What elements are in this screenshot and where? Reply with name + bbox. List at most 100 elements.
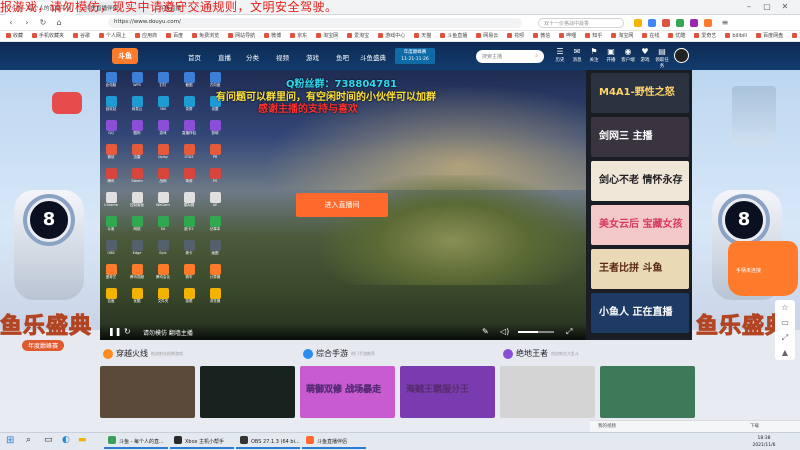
bookmark-item[interactable]: 收藏 xyxy=(6,31,23,41)
bookmark-item[interactable]: 斗鱼直播 xyxy=(440,31,467,41)
menu-icon[interactable]: ≡ xyxy=(720,18,730,28)
category-header[interactable]: 穿越火线 枪战射击经典游戏 xyxy=(103,348,183,362)
extension-icon[interactable] xyxy=(704,19,712,27)
forward-icon[interactable]: › xyxy=(22,18,32,28)
nav-game[interactable]: 游戏 xyxy=(306,52,319,62)
header-icon-3[interactable]: ▣ 开播 xyxy=(603,47,619,63)
desktop-icon[interactable]: 腾讯视频 xyxy=(130,264,144,284)
search-icon[interactable]: ⌕ xyxy=(26,435,31,449)
recommend-thumb[interactable]: 剑网三 主播 xyxy=(591,117,689,157)
extension-icon[interactable] xyxy=(690,19,698,27)
desktop-icon[interactable]: 欧卡2 xyxy=(182,216,196,236)
site-logo[interactable]: 斗鱼 xyxy=(112,48,138,64)
desktop-icon[interactable]: 计算器 xyxy=(208,264,222,284)
stream-card[interactable] xyxy=(500,366,595,418)
desktop-icon[interactable]: 画图 xyxy=(208,240,222,260)
desktop-icon[interactable]: 腾讯 xyxy=(104,168,118,188)
desktop-icon[interactable]: Epic xyxy=(156,240,170,260)
recommend-thumb[interactable]: 王者比拼 斗鱼 xyxy=(591,249,689,289)
bookmark-item[interactable]: 知乎 xyxy=(585,31,602,41)
desktop-icon[interactable]: 模拟器 xyxy=(182,192,196,212)
folder-icon[interactable]: ▬ xyxy=(78,435,87,449)
desktop-icon[interactable]: 控制面板 xyxy=(130,192,144,212)
url-input[interactable]: https://www.douyu.com/ xyxy=(108,18,522,28)
extension-icon[interactable] xyxy=(634,19,642,27)
desktop-icon[interactable]: Edge xyxy=(130,240,144,260)
desktop-icon[interactable]: 爱奇艺 xyxy=(104,264,118,284)
volume-slider[interactable] xyxy=(518,331,554,333)
desktop-icon[interactable]: 剪映 xyxy=(208,120,222,140)
nav-festival[interactable]: 斗鱼盛典 xyxy=(360,52,386,62)
desktop-icon[interactable]: 钉钉 xyxy=(156,72,170,92)
side-tool-icon[interactable]: ⤢ xyxy=(775,330,795,345)
side-tool-icon[interactable]: ☆ xyxy=(775,300,795,315)
bookmark-item[interactable]: 天猫 xyxy=(414,31,431,41)
bookmark-item[interactable]: 微信 xyxy=(533,31,550,41)
edge-icon[interactable]: ◐ xyxy=(62,435,70,449)
desktop-icon[interactable]: 美卡 xyxy=(182,240,196,260)
desktop-icon[interactable]: AE xyxy=(208,192,222,212)
bookmark-item[interactable]: 花呗 xyxy=(507,31,524,41)
bookmark-item[interactable]: 百度 xyxy=(166,31,183,41)
desktop-icon[interactable]: 酷狗 xyxy=(130,120,144,140)
desktop-icon[interactable]: 此电脑 xyxy=(104,72,118,92)
recommend-thumb[interactable]: 美女云后 宝藏女孩 xyxy=(591,205,689,245)
taskbar-app[interactable]: Xbox 主机小帮手 xyxy=(170,435,234,449)
nav-home[interactable]: 首页 xyxy=(188,52,201,62)
desktop-icon[interactable]: EA xyxy=(156,216,170,236)
bookmark-item[interactable]: 在线 xyxy=(642,31,659,41)
desktop-icon[interactable]: 360 xyxy=(156,96,170,116)
desktop-icon[interactable]: QQ xyxy=(104,120,118,140)
bookmark-item[interactable]: 优酷 xyxy=(668,31,685,41)
bookmark-item[interactable]: 京东 xyxy=(290,31,307,41)
bookmark-item[interactable]: 手机收藏夹 xyxy=(32,31,64,41)
gamepad-panel[interactable]: 手柄未连接 xyxy=(728,241,798,296)
desktop-icon[interactable]: 网易云 xyxy=(130,96,144,116)
bookmark-item[interactable]: 谷歌 xyxy=(73,31,90,41)
extension-icon[interactable] xyxy=(648,19,656,27)
bookmark-item[interactable]: 淘宝网 xyxy=(611,31,633,41)
desktop-icon[interactable]: 浏览器 xyxy=(208,288,222,308)
desktop-icon[interactable]: 斗鱼 xyxy=(104,216,118,236)
bookmark-item[interactable]: 应用商 xyxy=(135,31,157,41)
bookmark-item[interactable]: 游戏中心 xyxy=(378,31,405,41)
desktop-icon[interactable]: 驾驶 xyxy=(182,168,196,188)
desktop-icon[interactable]: 文件夹 xyxy=(156,288,170,308)
windows-start-icon[interactable]: ⊞ xyxy=(6,435,14,449)
volume-icon[interactable]: ◁) xyxy=(500,327,509,336)
refresh-icon[interactable]: ↻ xyxy=(124,327,131,336)
enter-room-button[interactable]: 进入直播间 xyxy=(296,193,388,217)
desktop-icon[interactable]: 记事本 xyxy=(208,216,222,236)
bookmark-item[interactable]: 淘宝网 xyxy=(316,31,338,41)
desktop-icon[interactable]: Steam xyxy=(130,168,144,188)
site-search-input[interactable]: 搜索主播 ⌕ xyxy=(476,50,544,63)
header-icon-1[interactable]: ✉ 消息 xyxy=(569,47,585,63)
bookmark-item[interactable]: 豆瓣 xyxy=(792,31,800,41)
bookmark-item[interactable]: 哔哩 xyxy=(559,31,576,41)
desktop-icon[interactable]: 腾讯会议 xyxy=(156,264,170,284)
recommend-thumb[interactable]: 剑心不老 情怀永存 xyxy=(591,161,689,201)
task-view-icon[interactable]: ▭ xyxy=(44,435,53,449)
back-icon[interactable]: ‹ xyxy=(6,18,16,28)
bookmark-item[interactable]: 百度网盘 xyxy=(756,31,783,41)
stream-card[interactable] xyxy=(200,366,295,418)
desktop-icon[interactable]: 游戏 xyxy=(156,120,170,140)
bookmark-item[interactable]: 网站导航 xyxy=(228,31,255,41)
download-right[interactable]: 下载 xyxy=(750,423,759,429)
extension-icon[interactable] xyxy=(662,19,670,27)
desktop-icon[interactable]: Chrome xyxy=(104,192,118,212)
desktop-icon[interactable]: 极限 xyxy=(182,288,196,308)
event-badge[interactable]: 年度巅峰赛 11·21-11·26 xyxy=(395,48,435,64)
desktop-icon[interactable]: 网络 xyxy=(130,216,144,236)
desktop-icon[interactable]: 优酷 xyxy=(130,288,144,308)
stream-card[interactable] xyxy=(100,366,195,418)
desktop-icon[interactable]: 截图 xyxy=(182,72,196,92)
stream-card[interactable]: 海贼王霸服分王 xyxy=(400,366,495,418)
desktop-icon[interactable]: Uplay xyxy=(156,144,170,164)
fullscreen-icon[interactable]: ⤢ xyxy=(566,327,572,337)
refresh-icon[interactable]: ↻ xyxy=(38,18,48,28)
extension-icon[interactable] xyxy=(676,19,684,27)
bookmark-item[interactable]: 爱奇艺 xyxy=(694,31,716,41)
bookmark-item[interactable]: 网易云 xyxy=(476,31,498,41)
desktop-icon[interactable]: 微信 xyxy=(104,144,118,164)
